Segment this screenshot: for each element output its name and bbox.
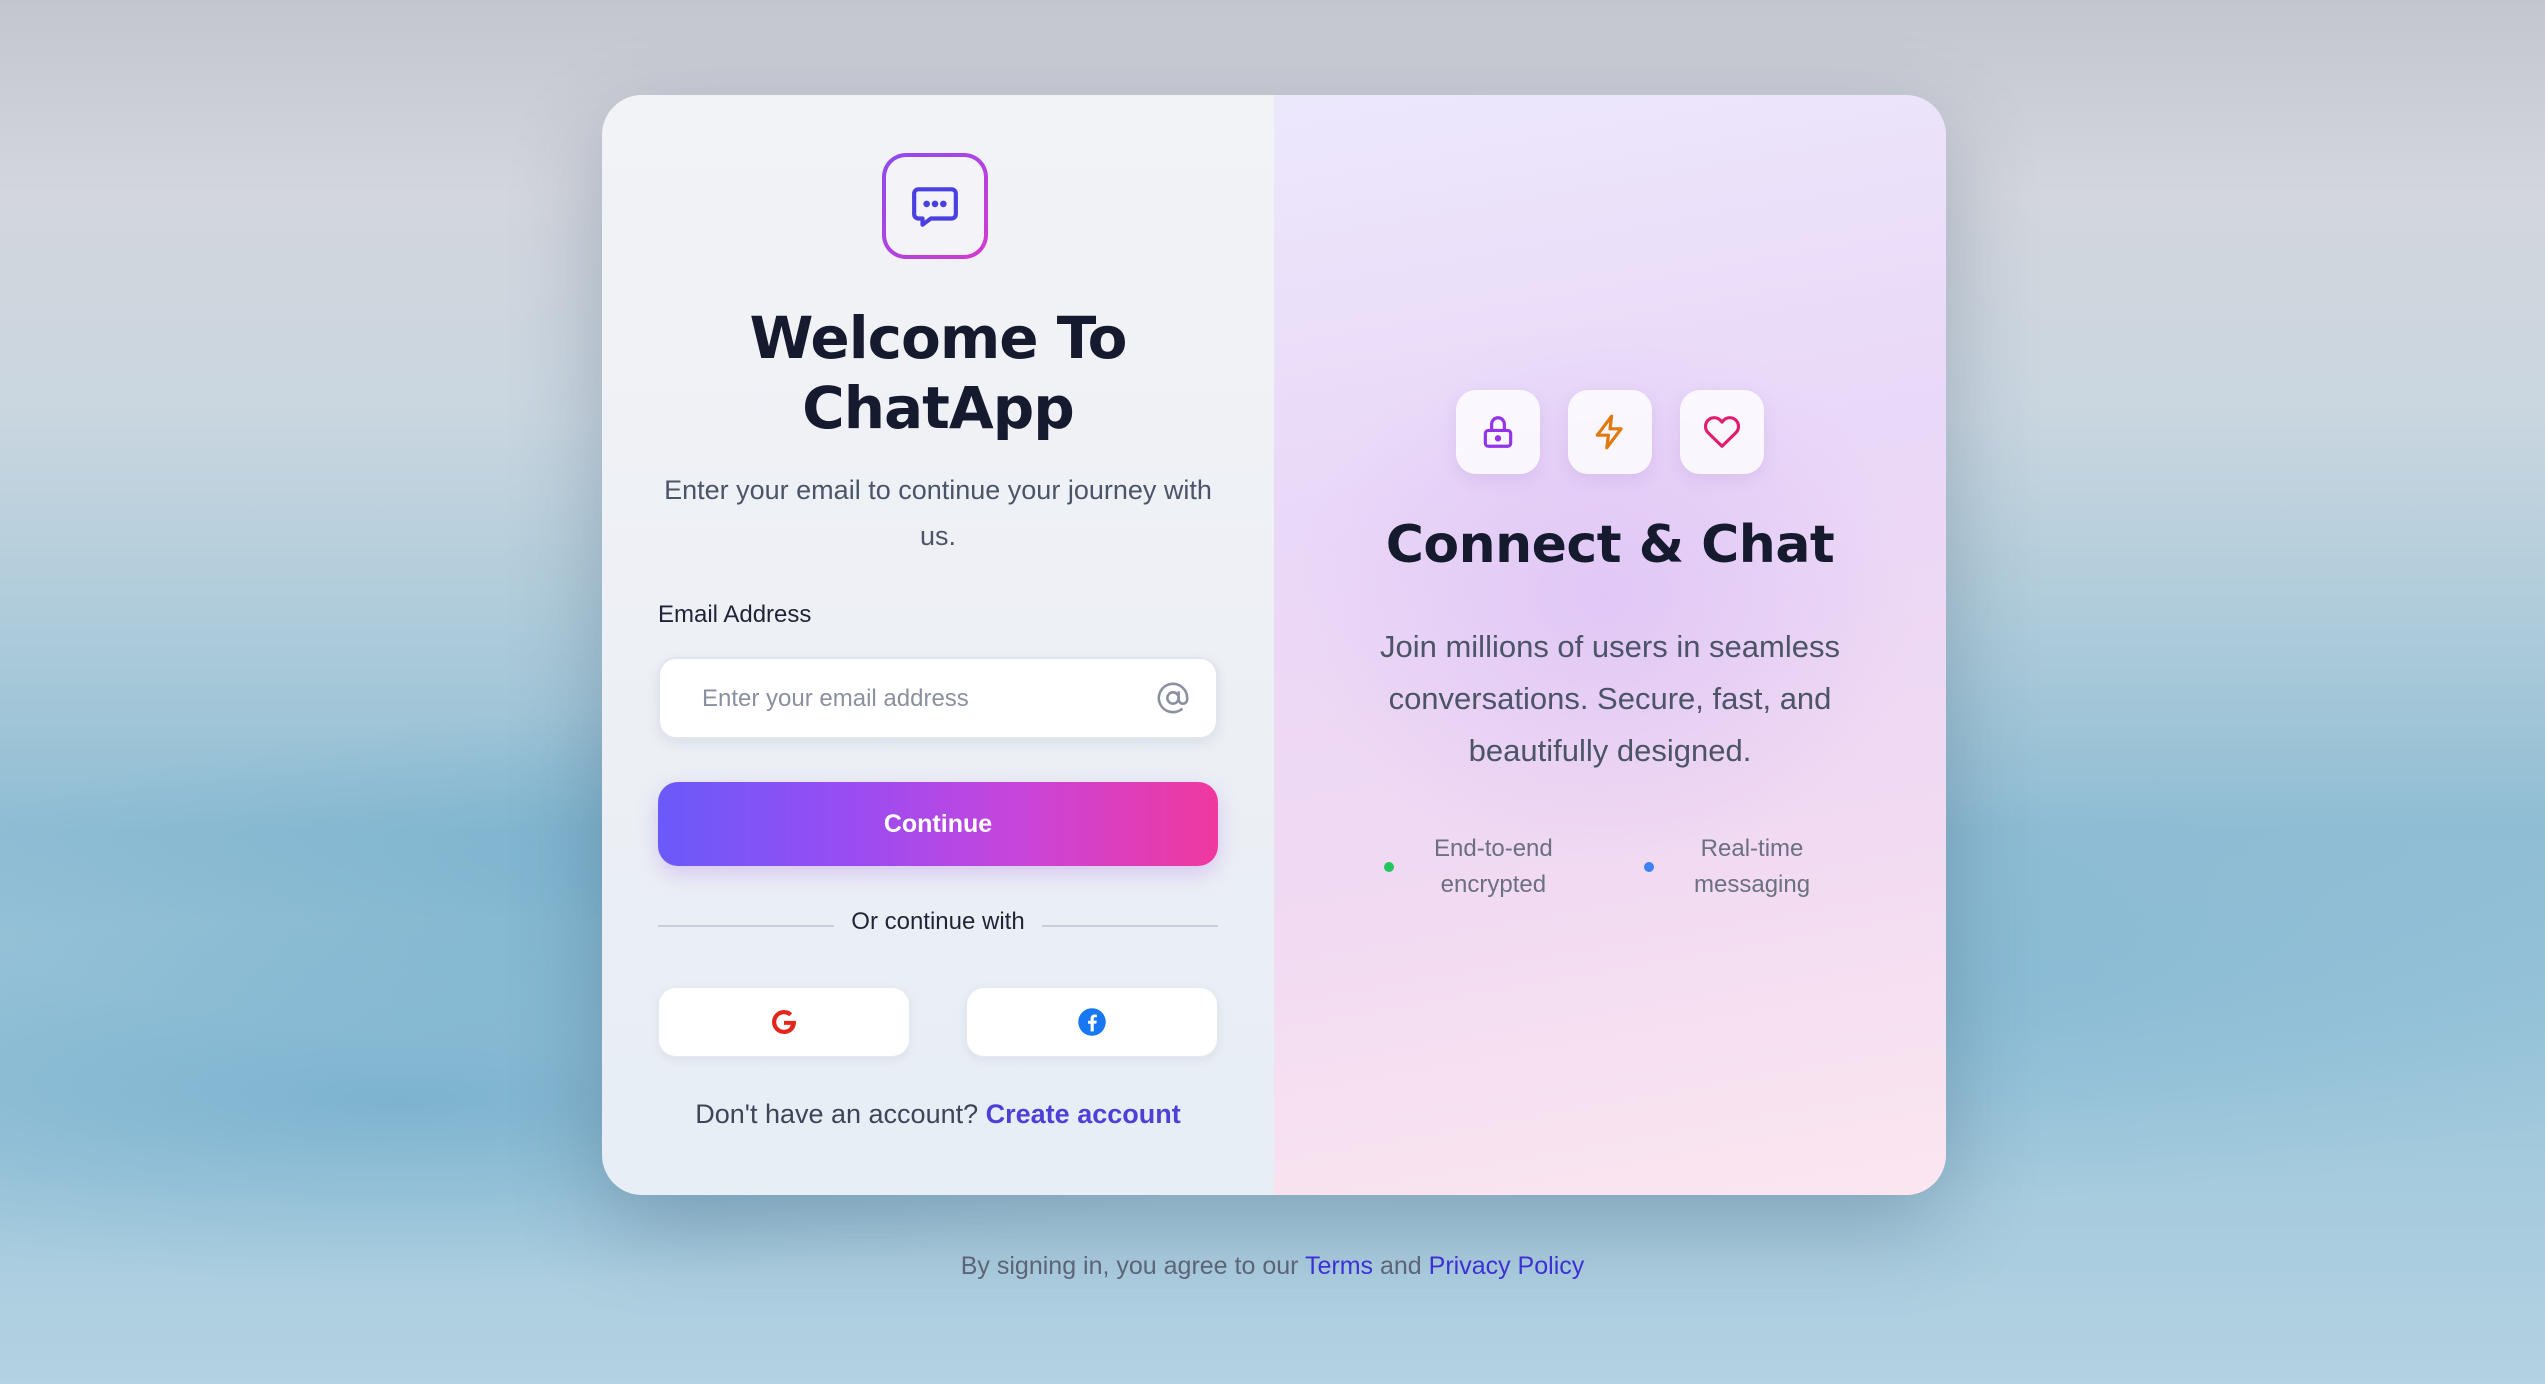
lightning-icon bbox=[1595, 414, 1623, 450]
green-dot bbox=[1384, 862, 1394, 872]
heart-icon bbox=[1703, 416, 1741, 448]
promo-description: Join millions of users in seamless conve… bbox=[1379, 629, 1840, 768]
divider: Or continue with bbox=[602, 908, 1274, 936]
feature-realtime: Real-time messaging bbox=[1644, 831, 1810, 903]
feature-encrypted-line1: End-to-end bbox=[1434, 835, 1553, 862]
promo-panel: Connect & Chat Join millions of users in… bbox=[1274, 95, 1946, 1195]
footer-prefix: By signing in, you agree to our bbox=[960, 1252, 1299, 1280]
lightning-badge bbox=[1568, 390, 1652, 474]
title-line-1: Welcome To bbox=[749, 304, 1127, 372]
facebook-signin-button[interactable] bbox=[966, 987, 1218, 1057]
feature-realtime-line2: messaging bbox=[1694, 871, 1811, 898]
legal-footer: By signing in, you agree to our Terms an… bbox=[0, 1252, 2545, 1281]
privacy-policy-link[interactable]: Privacy Policy bbox=[1429, 1252, 1585, 1280]
feature-realtime-text: Real-time messaging bbox=[1694, 831, 1810, 903]
login-panel: Welcome To ChatApp Enter your email to c… bbox=[602, 95, 1274, 1195]
google-icon bbox=[772, 1010, 796, 1034]
login-card: Welcome To ChatApp Enter your email to c… bbox=[602, 95, 1946, 1195]
google-signin-button[interactable] bbox=[658, 987, 910, 1057]
signup-prompt: Don't have an account? bbox=[695, 1099, 979, 1129]
page-title: Welcome To ChatApp bbox=[602, 303, 1274, 443]
continue-button[interactable]: Continue bbox=[658, 782, 1218, 866]
terms-link[interactable]: Terms bbox=[1305, 1252, 1373, 1280]
feature-encrypted-text: End-to-end encrypted bbox=[1434, 831, 1553, 903]
heart-badge bbox=[1680, 390, 1764, 474]
blue-dot bbox=[1644, 862, 1654, 872]
feature-icons bbox=[1274, 390, 1946, 474]
promo-title: Connect & Chat bbox=[1385, 515, 1835, 575]
page-subtitle: Enter your email to continue your journe… bbox=[664, 475, 1212, 551]
lock-icon bbox=[1483, 416, 1513, 448]
facebook-icon bbox=[1078, 1008, 1106, 1036]
footer-and: and bbox=[1379, 1252, 1422, 1280]
email-label: Email Address bbox=[658, 601, 812, 628]
at-sign-icon bbox=[1157, 682, 1189, 714]
create-account-link[interactable]: Create account bbox=[986, 1099, 1181, 1129]
email-field-wrapper bbox=[658, 657, 1218, 739]
lock-badge bbox=[1456, 390, 1540, 474]
signup-row: Don't have an account? Create account bbox=[602, 1099, 1274, 1130]
chat-bubble-icon bbox=[912, 187, 958, 227]
feature-encrypted-line2: encrypted bbox=[1440, 871, 1547, 898]
feature-encrypted: End-to-end encrypted bbox=[1384, 831, 1553, 903]
email-input[interactable] bbox=[700, 659, 1144, 739]
divider-text: Or continue with bbox=[851, 908, 1025, 935]
feature-realtime-line1: Real-time bbox=[1700, 835, 1804, 862]
title-line-2: ChatApp bbox=[802, 374, 1075, 442]
chat-logo bbox=[882, 153, 988, 259]
